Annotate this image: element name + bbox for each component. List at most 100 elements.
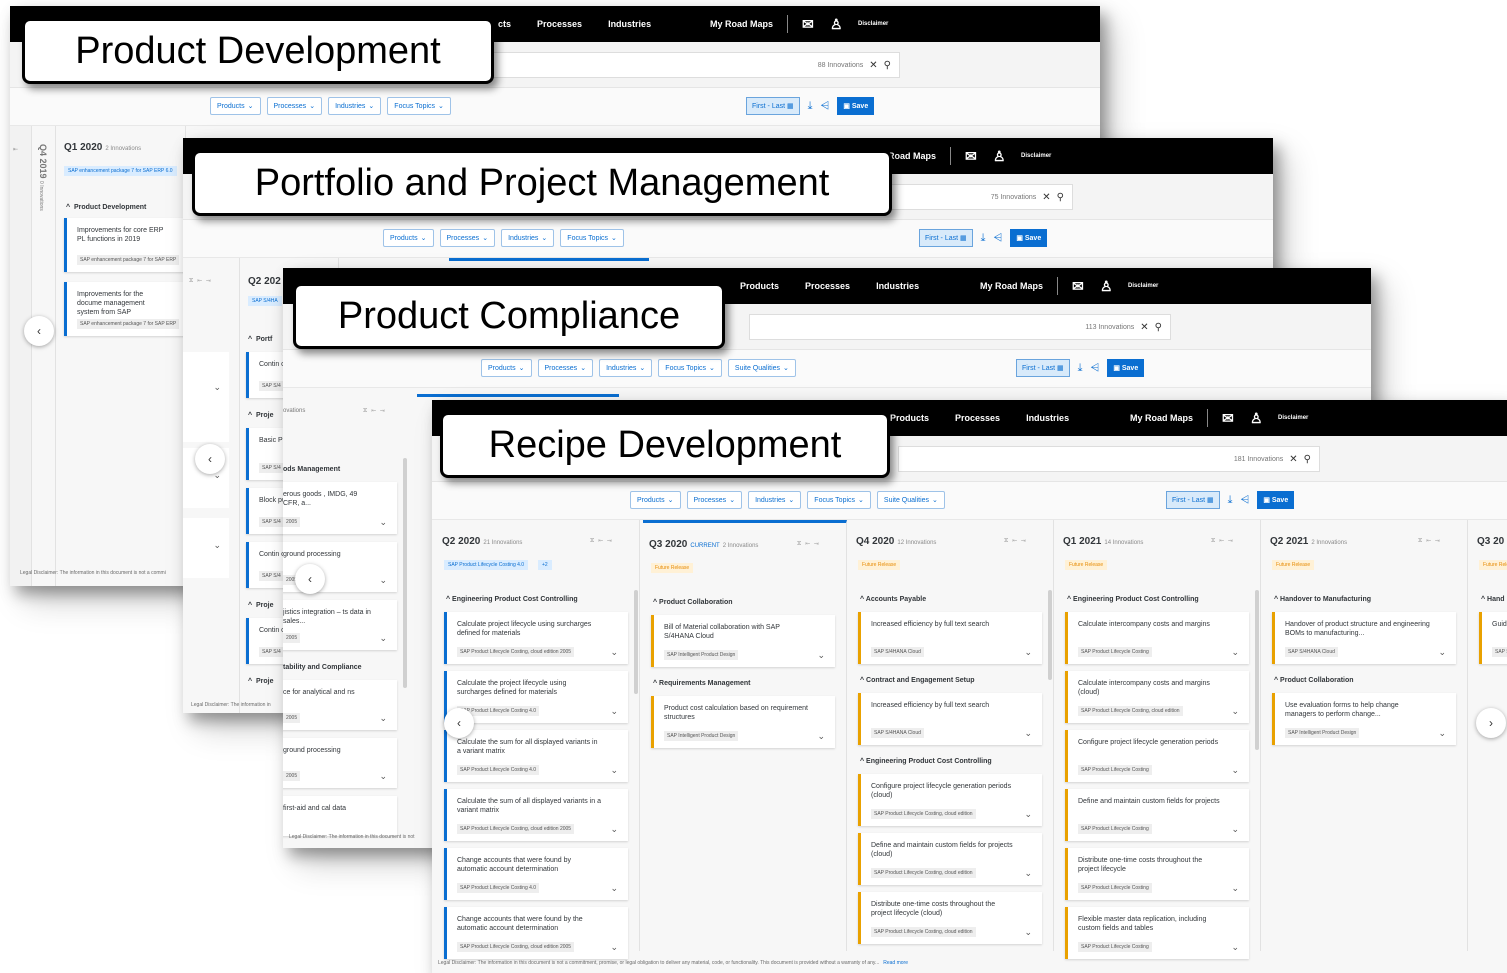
innovation-card[interactable]: Change accounts that were found by autom…: [444, 848, 628, 900]
section-title[interactable]: ^ Engineering Product Cost Controlling: [1067, 596, 1199, 603]
user-icon[interactable]: ♙: [830, 17, 844, 31]
section-title[interactable]: ^ Product Collaboration: [653, 599, 733, 606]
search-icon[interactable]: ⚲: [884, 60, 891, 71]
section-title[interactable]: ^ Engineering Product Cost Controlling: [446, 596, 578, 603]
innovation-card[interactable]: Guide MBOSAP S⌄: [1479, 612, 1507, 664]
save-button[interactable]: ▣ Save: [1010, 229, 1048, 247]
nav-industries[interactable]: Industries: [876, 281, 919, 291]
chevron-down-icon[interactable]: ⌄: [610, 942, 618, 953]
innovation-card[interactable]: Flexible master data replication, includ…: [1065, 907, 1249, 959]
share-icon[interactable]: ⩤: [1241, 494, 1250, 507]
chevron-down-icon[interactable]: ⌄: [379, 575, 387, 586]
clear-icon[interactable]: ✕: [1140, 322, 1148, 333]
column-controls-icon[interactable]: ⧖⇤⇥: [797, 541, 823, 548]
search-icon[interactable]: ⚲: [1304, 454, 1311, 465]
filter-focus-topics[interactable]: Focus Topics ⌄: [807, 491, 871, 509]
share-icon[interactable]: ⩤: [994, 232, 1003, 245]
nav-disclaimer[interactable]: Disclaimer: [1021, 153, 1051, 159]
chevron-down-icon[interactable]: ⌄: [1231, 883, 1239, 894]
chevron-down-icon[interactable]: ⌄: [1231, 824, 1239, 835]
nav-my-road-maps[interactable]: My Road Maps: [1130, 413, 1193, 423]
section-title[interactable]: ^ Requirements Management: [653, 680, 750, 687]
column-controls-icon[interactable]: ⧖⇤⇥: [590, 538, 616, 545]
nav-industries[interactable]: Industries: [1026, 413, 1069, 423]
chevron-down-icon[interactable]: ⌄: [1024, 647, 1032, 658]
range-button[interactable]: First - Last ▦: [919, 229, 973, 247]
clear-icon[interactable]: ✕: [869, 60, 877, 71]
nav-processes[interactable]: Processes: [805, 281, 850, 291]
clear-icon[interactable]: ✕: [1289, 454, 1297, 465]
chevron-down-icon[interactable]: ⌄: [1231, 647, 1239, 658]
innovation-card[interactable]: erous goods , IMDG, 49 CFR, a... 2005 ⌄: [283, 482, 397, 534]
column-controls-icon[interactable]: ⧖⇤⇥: [189, 278, 215, 285]
chevron-down-icon[interactable]: ⌄: [379, 633, 387, 644]
scroll-left-button[interactable]: ‹: [24, 316, 54, 346]
filter-focus-topics[interactable]: Focus Topics ⌄: [560, 229, 624, 247]
nav-industries[interactable]: Industries: [608, 19, 651, 29]
mail-icon[interactable]: ✉: [965, 149, 979, 163]
mail-icon[interactable]: ✉: [802, 17, 816, 31]
filter-products[interactable]: Products ⌄: [383, 229, 434, 247]
chevron-down-icon[interactable]: ⌄: [1231, 706, 1239, 717]
innovation-card[interactable]: Change accounts that were found by the a…: [444, 907, 628, 959]
chevron-down-icon[interactable]: ⌄: [817, 650, 825, 661]
search-input[interactable]: 181 Innovations ✕ ⚲: [898, 446, 1320, 472]
product-tag[interactable]: Future Release: [1065, 560, 1108, 570]
user-icon[interactable]: ♙: [1100, 279, 1114, 293]
filter-industries[interactable]: Industries ⌄: [599, 359, 653, 377]
download-icon[interactable]: ⤓: [808, 100, 813, 113]
mail-icon[interactable]: ✉: [1222, 411, 1236, 425]
innovation-card[interactable]: ground processing 2005 ⌄: [283, 738, 397, 788]
chevron-down-icon[interactable]: ⌄: [610, 883, 618, 894]
filter-processes[interactable]: Processes ⌄: [439, 229, 496, 247]
nav-products[interactable]: Products: [890, 413, 929, 423]
nav-products[interactable]: cts: [498, 19, 511, 29]
innovation-card[interactable]: Increased efficiency by full text search…: [858, 693, 1042, 745]
filter-suite-qualities[interactable]: Suite Qualities ⌄: [727, 359, 796, 377]
innovation-card[interactable]: Calculate project lifecycle using surcha…: [444, 612, 628, 664]
filter-processes[interactable]: Processes ⌄: [686, 491, 743, 509]
filter-processes[interactable]: Processes ⌄: [537, 359, 594, 377]
chevron-down-icon[interactable]: ⌄: [379, 771, 387, 782]
chevron-down-icon[interactable]: ⌄: [1024, 868, 1032, 879]
innovation-card[interactable]: Configure project lifecycle generation p…: [1065, 730, 1249, 782]
column-controls-icon[interactable]: ⧖⇤⇥: [1004, 538, 1030, 545]
innovation-card[interactable]: Bill of Material collaboration with SAP …: [651, 615, 835, 667]
filter-industries[interactable]: Industries ⌄: [748, 491, 802, 509]
nav-my-road-maps[interactable]: My Road Maps: [710, 19, 773, 29]
download-icon[interactable]: ⤓: [981, 232, 986, 245]
read-more-link[interactable]: Read more: [883, 960, 908, 966]
innovation-card[interactable]: Calculate intercompany costs and margins…: [1065, 612, 1249, 664]
product-tag[interactable]: Future Rele: [1479, 560, 1507, 570]
chevron-down-icon[interactable]: ⌄: [1438, 728, 1446, 739]
clear-icon[interactable]: ✕: [1042, 192, 1050, 203]
filter-industries[interactable]: Industries ⌄: [501, 229, 555, 247]
chevron-down-icon[interactable]: ⌄: [213, 540, 221, 551]
innovation-card[interactable]: first-aid and cal data: [283, 796, 397, 836]
product-tag[interactable]: SAP Product Lifecycle Costing 4.0: [444, 560, 529, 570]
innovation-card[interactable]: Calculate the sum for all displayed vari…: [444, 730, 628, 782]
section-title[interactable]: ^ Handover to Manufacturing: [1274, 596, 1371, 603]
innovation-card[interactable]: Improvements for core ERP PL functions i…: [64, 218, 194, 272]
nav-products[interactable]: Products: [740, 281, 779, 291]
chevron-down-icon[interactable]: ⌄: [1024, 809, 1032, 820]
filter-focus-topics[interactable]: Focus Topics ⌄: [658, 359, 722, 377]
chevron-down-icon[interactable]: ⌄: [379, 713, 387, 724]
range-button[interactable]: First - Last ▦: [1166, 491, 1220, 509]
filter-suite-qualities[interactable]: Suite Qualities ⌄: [876, 491, 945, 509]
section-title[interactable]: ^ Accounts Payable: [860, 596, 926, 603]
scroll-left-button[interactable]: ‹: [295, 564, 325, 594]
section-title[interactable]: ^ Hand: [1481, 596, 1505, 603]
product-tag[interactable]: Future Release: [858, 560, 901, 570]
innovation-card[interactable]: Improvements for the docume management s…: [64, 282, 194, 336]
section-title[interactable]: ^ Contract and Engagement Setup: [860, 677, 975, 684]
chevron-down-icon[interactable]: ⌄: [610, 765, 618, 776]
range-button[interactable]: First - Last ▦: [746, 97, 800, 115]
collapse-icon[interactable]: ⇤: [13, 146, 18, 153]
innovation-card[interactable]: ce for analytical and ns 2005 ⌄: [283, 680, 397, 730]
filter-focus-topics[interactable]: Focus Topics ⌄: [387, 97, 451, 115]
column-controls-icon[interactable]: ⧖⇤⇥: [363, 408, 389, 415]
nav-disclaimer[interactable]: Disclaimer: [1278, 415, 1308, 421]
filter-products[interactable]: Products ⌄: [210, 97, 261, 115]
user-icon[interactable]: ♙: [1250, 411, 1264, 425]
